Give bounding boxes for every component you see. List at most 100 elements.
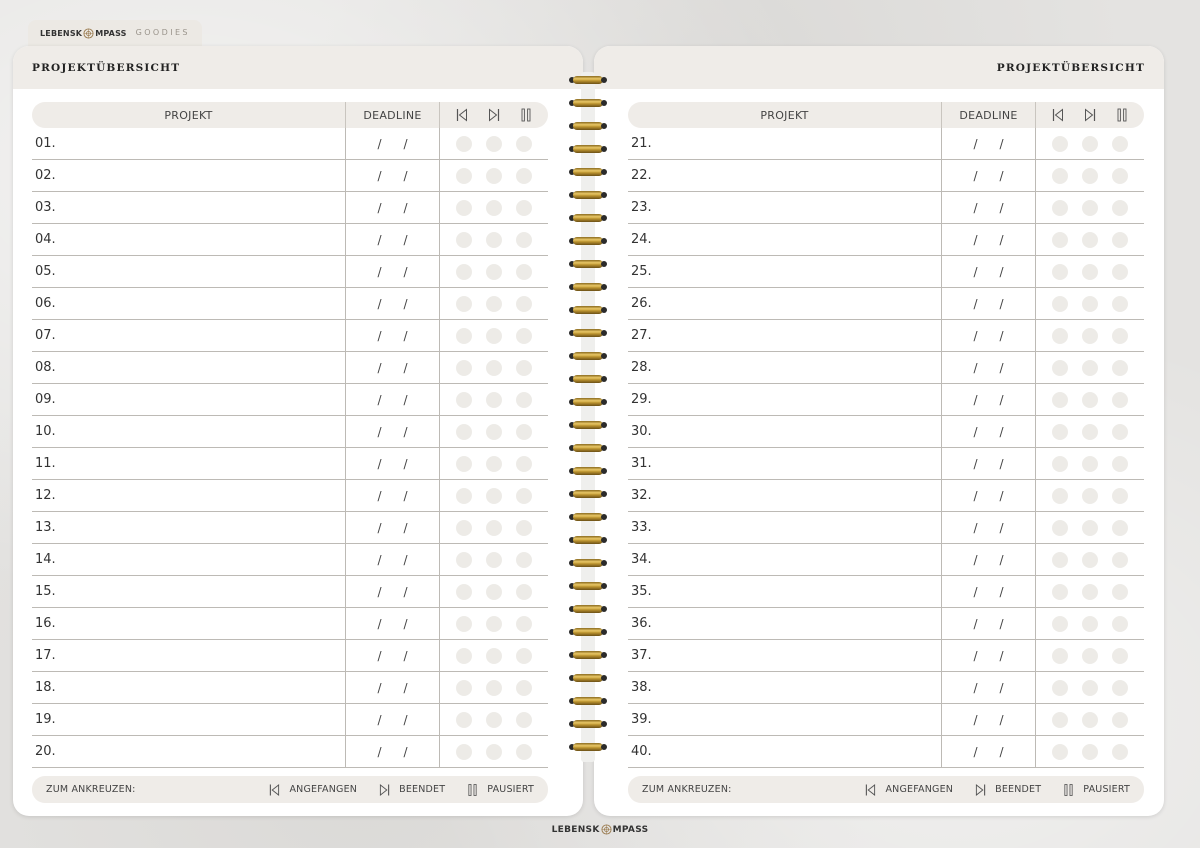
project-name-cell[interactable]: 02. [32,160,346,191]
started-checkbox[interactable] [1052,167,1068,184]
started-checkbox[interactable] [1052,263,1068,280]
finished-checkbox[interactable] [1082,711,1098,728]
finished-checkbox[interactable] [486,135,502,152]
started-checkbox[interactable] [456,711,472,728]
deadline-cell[interactable]: / / [346,160,440,191]
deadline-cell[interactable]: / / [346,320,440,351]
paused-checkbox[interactable] [1112,679,1128,696]
finished-checkbox[interactable] [1082,167,1098,184]
paused-checkbox[interactable] [1112,359,1128,376]
paused-checkbox[interactable] [516,551,532,568]
deadline-cell[interactable]: / / [346,608,440,639]
finished-checkbox[interactable] [486,327,502,344]
deadline-cell[interactable]: / / [942,320,1036,351]
paused-checkbox[interactable] [516,487,532,504]
paused-checkbox[interactable] [516,455,532,472]
deadline-cell[interactable]: / / [346,640,440,671]
started-checkbox[interactable] [1052,391,1068,408]
project-name-cell[interactable]: 38. [628,672,942,703]
started-checkbox[interactable] [1052,487,1068,504]
project-name-cell[interactable]: 30. [628,416,942,447]
project-name-cell[interactable]: 37. [628,640,942,671]
paused-checkbox[interactable] [1112,231,1128,248]
project-name-cell[interactable]: 01. [32,128,346,159]
project-name-cell[interactable]: 31. [628,448,942,479]
project-name-cell[interactable]: 23. [628,192,942,223]
paused-checkbox[interactable] [516,679,532,696]
started-checkbox[interactable] [456,583,472,600]
started-checkbox[interactable] [1052,199,1068,216]
project-name-cell[interactable]: 17. [32,640,346,671]
project-name-cell[interactable]: 10. [32,416,346,447]
deadline-cell[interactable]: / / [942,128,1036,159]
project-name-cell[interactable]: 33. [628,512,942,543]
project-name-cell[interactable]: 28. [628,352,942,383]
project-name-cell[interactable]: 35. [628,576,942,607]
started-checkbox[interactable] [1052,743,1068,760]
paused-checkbox[interactable] [1112,199,1128,216]
deadline-cell[interactable]: / / [942,576,1036,607]
paused-checkbox[interactable] [516,519,532,536]
paused-checkbox[interactable] [516,359,532,376]
finished-checkbox[interactable] [1082,583,1098,600]
paused-checkbox[interactable] [1112,583,1128,600]
deadline-cell[interactable]: / / [346,672,440,703]
project-name-cell[interactable]: 07. [32,320,346,351]
started-checkbox[interactable] [456,647,472,664]
started-checkbox[interactable] [1052,615,1068,632]
finished-checkbox[interactable] [486,487,502,504]
started-checkbox[interactable] [456,327,472,344]
paused-checkbox[interactable] [1112,743,1128,760]
paused-checkbox[interactable] [1112,455,1128,472]
deadline-cell[interactable]: / / [942,608,1036,639]
started-checkbox[interactable] [456,359,472,376]
finished-checkbox[interactable] [486,455,502,472]
paused-checkbox[interactable] [516,647,532,664]
deadline-cell[interactable]: / / [942,704,1036,735]
paused-checkbox[interactable] [1112,167,1128,184]
deadline-cell[interactable]: / / [942,640,1036,671]
deadline-cell[interactable]: / / [346,128,440,159]
paused-checkbox[interactable] [1112,615,1128,632]
deadline-cell[interactable]: / / [942,448,1036,479]
paused-checkbox[interactable] [516,615,532,632]
started-checkbox[interactable] [456,519,472,536]
paused-checkbox[interactable] [516,583,532,600]
project-name-cell[interactable]: 20. [32,736,346,767]
project-name-cell[interactable]: 13. [32,512,346,543]
project-name-cell[interactable]: 15. [32,576,346,607]
finished-checkbox[interactable] [1082,295,1098,312]
project-name-cell[interactable]: 40. [628,736,942,767]
finished-checkbox[interactable] [486,295,502,312]
deadline-cell[interactable]: / / [346,192,440,223]
started-checkbox[interactable] [1052,551,1068,568]
finished-checkbox[interactable] [486,583,502,600]
deadline-cell[interactable]: / / [346,288,440,319]
finished-checkbox[interactable] [486,647,502,664]
started-checkbox[interactable] [456,551,472,568]
paused-checkbox[interactable] [516,423,532,440]
project-name-cell[interactable]: 19. [32,704,346,735]
started-checkbox[interactable] [1052,295,1068,312]
finished-checkbox[interactable] [486,615,502,632]
finished-checkbox[interactable] [1082,455,1098,472]
deadline-cell[interactable]: / / [942,480,1036,511]
paused-checkbox[interactable] [1112,647,1128,664]
finished-checkbox[interactable] [1082,359,1098,376]
started-checkbox[interactable] [456,199,472,216]
started-checkbox[interactable] [456,743,472,760]
started-checkbox[interactable] [1052,647,1068,664]
deadline-cell[interactable]: / / [346,544,440,575]
deadline-cell[interactable]: / / [942,192,1036,223]
finished-checkbox[interactable] [1082,679,1098,696]
deadline-cell[interactable]: / / [346,512,440,543]
deadline-cell[interactable]: / / [942,672,1036,703]
finished-checkbox[interactable] [486,551,502,568]
paused-checkbox[interactable] [1112,135,1128,152]
finished-checkbox[interactable] [486,743,502,760]
paused-checkbox[interactable] [1112,487,1128,504]
project-name-cell[interactable]: 32. [628,480,942,511]
started-checkbox[interactable] [456,295,472,312]
project-name-cell[interactable]: 14. [32,544,346,575]
project-name-cell[interactable]: 05. [32,256,346,287]
